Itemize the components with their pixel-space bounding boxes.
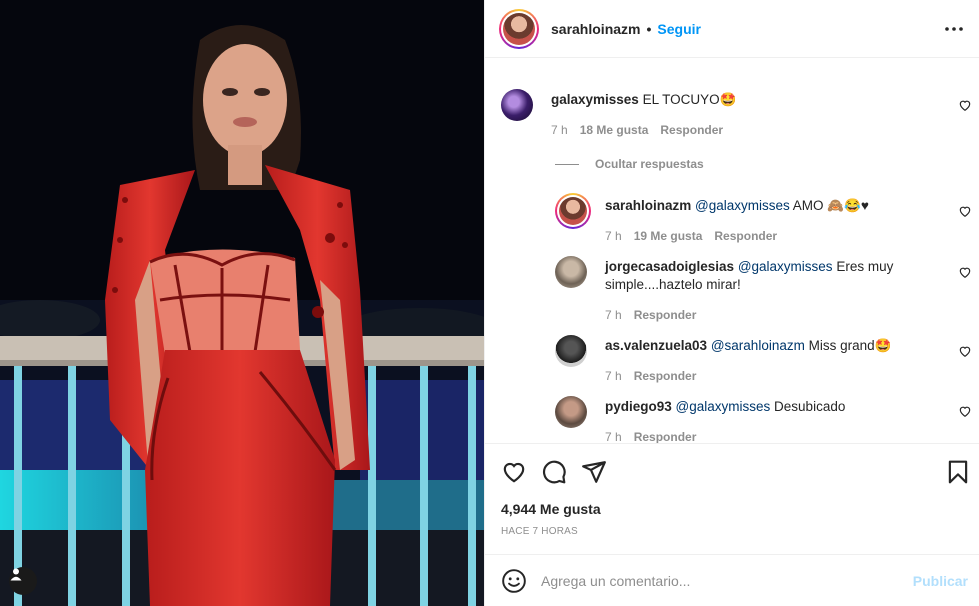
- hide-replies-line: [555, 163, 579, 165]
- comment-username[interactable]: galaxymisses: [551, 92, 639, 107]
- comment-composer: Publicar: [485, 554, 979, 606]
- reply-like-heart-icon[interactable]: [958, 204, 972, 218]
- reply-item: jorgecasadoiglesias @galaxymisses Eres m…: [555, 256, 905, 294]
- reply-button[interactable]: Responder: [634, 308, 697, 322]
- tagged-users-button[interactable]: [9, 567, 37, 595]
- reply-meta: 7 h 19 Me gusta Responder: [605, 229, 777, 243]
- reply-like-heart-icon[interactable]: [958, 265, 972, 279]
- post-actions: 4,944 Me gusta HACE 7 HORAS: [485, 443, 979, 554]
- reply-mention[interactable]: @sarahloinazm: [711, 338, 805, 353]
- reply-text: sarahloinazm @galaxymisses AMO 🙈😂♥: [605, 197, 945, 229]
- emoji-smile-icon[interactable]: [501, 568, 527, 594]
- reply-button[interactable]: Responder: [634, 430, 697, 443]
- hide-replies-toggle[interactable]: Ocultar respuestas: [555, 157, 704, 171]
- reply-button[interactable]: Responder: [634, 369, 697, 383]
- reply-username[interactable]: sarahloinazm: [605, 198, 691, 213]
- comment-input[interactable]: [541, 572, 901, 589]
- header-separator: •: [646, 20, 652, 37]
- reply-meta: 7 h Responder: [605, 369, 696, 383]
- comment-avatar[interactable]: [501, 89, 533, 121]
- post-header: sarahloinazm • Seguir: [485, 0, 979, 58]
- follow-button[interactable]: Seguir: [657, 21, 701, 37]
- reply-mention[interactable]: @galaxymisses: [676, 399, 771, 414]
- reply-username[interactable]: as.valenzuela03: [605, 338, 707, 353]
- post-photo-illustration: [0, 0, 484, 606]
- post-timestamp[interactable]: HACE 7 HORAS: [501, 526, 578, 537]
- post-likes-count[interactable]: 4,944 Me gusta: [501, 501, 601, 517]
- reply-avatar[interactable]: [555, 396, 587, 428]
- comment-item: galaxymisses EL TOCUYO🤩: [501, 89, 911, 121]
- post-modal: sarahloinazm • Seguir galaxymisses EL TO…: [0, 0, 979, 606]
- like-heart-icon[interactable]: [501, 459, 527, 485]
- author-username[interactable]: sarahloinazm: [551, 21, 640, 37]
- comments-list[interactable]: galaxymisses EL TOCUYO🤩 7 h 18 Me gusta …: [485, 59, 979, 443]
- reply-text: as.valenzuela03 @sarahloinazm Miss grand…: [605, 337, 965, 367]
- reply-button[interactable]: Responder: [660, 123, 723, 137]
- reply-text: jorgecasadoiglesias @galaxymisses Eres m…: [605, 258, 905, 294]
- post-side-panel: sarahloinazm • Seguir galaxymisses EL TO…: [484, 0, 979, 606]
- more-options-button[interactable]: [942, 17, 966, 41]
- hide-replies-label: Ocultar respuestas: [595, 157, 704, 171]
- reply-content: Desubicado: [774, 399, 846, 414]
- reply-time[interactable]: 7 h: [605, 308, 622, 322]
- user-icon: [10, 568, 22, 581]
- comment-text: galaxymisses EL TOCUYO🤩: [551, 91, 911, 121]
- reply-time[interactable]: 7 h: [605, 229, 622, 243]
- reply-button[interactable]: Responder: [714, 229, 777, 243]
- reply-item: pydiego93 @galaxymisses Desubicado: [555, 396, 965, 428]
- author-avatar[interactable]: [499, 8, 539, 49]
- comment-likes[interactable]: 18 Me gusta: [580, 123, 649, 137]
- reply-text: pydiego93 @galaxymisses Desubicado: [605, 398, 965, 428]
- reply-username[interactable]: jorgecasadoiglesias: [605, 259, 734, 274]
- reply-like-heart-icon[interactable]: [958, 344, 972, 358]
- save-bookmark-icon[interactable]: [945, 459, 971, 485]
- reply-avatar[interactable]: [555, 193, 591, 229]
- comment-meta: 7 h 18 Me gusta Responder: [551, 123, 723, 137]
- reply-time[interactable]: 7 h: [605, 430, 622, 443]
- comment-time[interactable]: 7 h: [551, 123, 568, 137]
- reply-item: as.valenzuela03 @sarahloinazm Miss grand…: [555, 335, 965, 367]
- reply-likes[interactable]: 19 Me gusta: [634, 229, 703, 243]
- reply-item: sarahloinazm @galaxymisses AMO 🙈😂♥: [555, 193, 945, 229]
- reply-time[interactable]: 7 h: [605, 369, 622, 383]
- comment-like-heart-icon[interactable]: [958, 98, 972, 112]
- post-image[interactable]: [0, 0, 484, 606]
- share-paper-plane-icon[interactable]: [581, 459, 607, 485]
- publish-button[interactable]: Publicar: [913, 573, 968, 589]
- reply-avatar[interactable]: [555, 256, 587, 288]
- comment-content: EL TOCUYO🤩: [642, 92, 737, 107]
- reply-mention[interactable]: @galaxymisses: [695, 198, 790, 213]
- reply-content: Miss grand🤩: [808, 338, 892, 353]
- more-horizontal-icon: [945, 27, 963, 31]
- reply-meta: 7 h Responder: [605, 308, 696, 322]
- reply-meta: 7 h Responder: [605, 430, 696, 443]
- reply-avatar[interactable]: [555, 335, 587, 367]
- reply-mention[interactable]: @galaxymisses: [738, 259, 833, 274]
- comment-bubble-icon[interactable]: [541, 459, 567, 485]
- reply-username[interactable]: pydiego93: [605, 399, 672, 414]
- reply-like-heart-icon[interactable]: [958, 404, 972, 418]
- reply-content: AMO 🙈😂♥: [792, 198, 869, 213]
